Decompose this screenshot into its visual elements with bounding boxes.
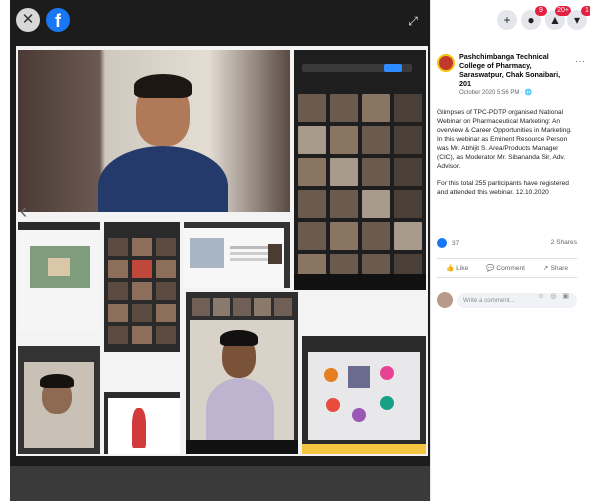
fullscreen-icon[interactable]: ⤢ [404,12,422,30]
post-actions: 👍 Like 💬 Comment ↗ Share [437,258,577,278]
previous-photo-icon[interactable]: ‹ [20,196,34,226]
comment-label: Comment [496,264,525,272]
like-icon: 👍 [445,265,455,272]
comment-composer: Write a comment... ☺ ◎ ▣ [437,292,577,310]
reaction-count: 37 [451,239,460,247]
like-button[interactable]: 👍 Like [445,264,469,273]
presentation-slide-tile [104,392,180,454]
share-icon: ↗ [542,265,549,272]
share-button[interactable]: ↗ Share [542,264,569,273]
post-panel: + ● 9 ▲ 20+ ▾ 1 Pashchimbanga Technical Col… [430,0,590,501]
like-label: Like [456,264,469,272]
post-author[interactable]: Pashchimbanga Technical College of Pharm… [459,52,563,88]
participant-video-tile [18,346,100,454]
account-menu-icon[interactable]: ▾ 1 [567,6,590,30]
facebook-logo-icon[interactable]: f [46,8,70,32]
post-paragraph: For this total 255 participants have reg… [437,180,569,196]
share-count[interactable]: 2 Shares [551,239,577,246]
viewer-footer [10,466,430,501]
more-options-icon[interactable]: ··· [575,56,585,67]
user-avatar[interactable] [437,292,453,308]
presentation-slide-tile [184,222,290,288]
post-paragraph: Glimpses of TPC-PDTP organised National … [437,109,572,170]
participants-grid-tile [104,222,180,352]
top-navigation: + ● 9 ▲ 20+ ▾ 1 [431,0,590,40]
participants-gallery-tile [294,50,426,290]
participant-video-tile [186,292,298,454]
messenger-icon[interactable]: ● 9 [521,6,547,30]
reactions-summary[interactable]: 37 2 Shares [437,238,577,250]
webinar-collage-photo [16,46,428,456]
speaker-video-tile [18,50,290,212]
comment-button[interactable]: 💬 Comment [486,264,525,273]
comment-tools-icons[interactable]: ☺ ◎ ▣ [537,292,571,300]
page-avatar[interactable] [437,54,455,72]
presentation-slide-tile [18,222,100,332]
photo-viewer: ✕ f ⤢ ‹ [10,0,430,501]
post-timestamp[interactable]: October 2020 5:56 PM · 🌐 [459,89,532,96]
account-badge: 1 [581,6,590,16]
comment-icon: 💬 [486,265,495,272]
viewer-toolbar: ✕ f ⤢ [10,0,430,44]
like-reaction-icon [437,238,447,248]
presentation-slide-tile [302,336,426,454]
close-icon[interactable]: ✕ [16,8,40,32]
create-icon[interactable]: + [497,10,517,30]
post-header: Pashchimbanga Technical College of Pharm… [437,52,587,100]
post-text: Glimpses of TPC-PDTP organised National … [437,108,577,205]
notifications-icon[interactable]: ▲ 20+ [545,6,571,30]
share-label: Share [550,264,569,272]
